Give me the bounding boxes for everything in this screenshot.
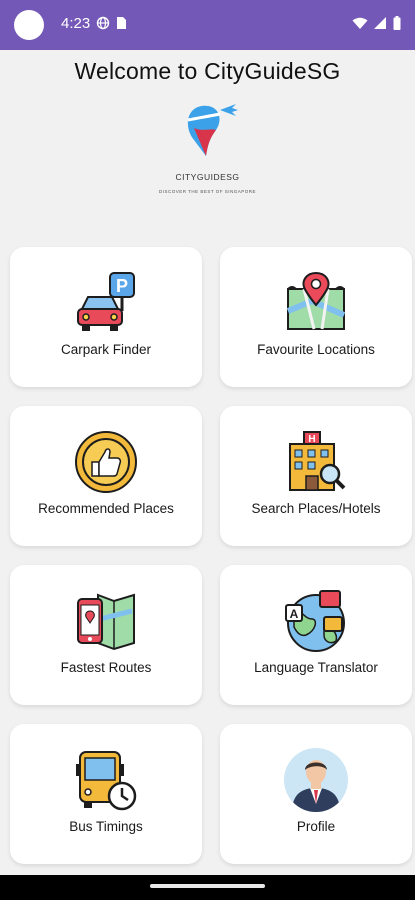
- search-places-hotels-label: Search Places/Hotels: [251, 501, 381, 516]
- home-gesture-handle[interactable]: [150, 884, 265, 888]
- language-translator-label: Language Translator: [254, 660, 378, 675]
- recommended-places-button[interactable]: Recommended Places: [10, 406, 202, 546]
- bus-timings-button[interactable]: Bus Timings: [10, 724, 202, 864]
- favourite-locations-button[interactable]: Favourite Locations: [220, 247, 412, 387]
- fastest-routes-label: Fastest Routes: [60, 660, 152, 675]
- brand-tagline: DISCOVER THE BEST OF SINGAPORE: [158, 189, 257, 194]
- car-parking-icon: P: [77, 272, 135, 331]
- brand-name: CITYGUIDESG: [175, 172, 240, 182]
- fastest-routes-button[interactable]: Fastest Routes: [10, 565, 202, 705]
- page-title: Welcome to CityGuideSG: [74, 58, 341, 84]
- hotel-search-icon: H: [289, 431, 346, 491]
- language-translator-button[interactable]: A Language Translator: [220, 565, 412, 705]
- profile-button[interactable]: Profile: [220, 724, 412, 864]
- status-time: 4:23: [61, 15, 91, 32]
- bus-timings-label: Bus Timings: [69, 819, 143, 834]
- home-screen: Welcome to CityGuideSG CITYGUIDESG DISCO…: [0, 50, 415, 875]
- status-icons-right: [352, 16, 401, 30]
- svg-text:P: P: [116, 276, 128, 296]
- navigation-bar: [0, 875, 415, 900]
- wifi-icon: [352, 17, 368, 29]
- svg-text:A: A: [290, 607, 299, 621]
- camera-cutout: [14, 10, 44, 40]
- search-places-hotels-button[interactable]: H Search Places/Hotels: [220, 406, 412, 546]
- globe-translate-icon: A: [285, 590, 345, 652]
- carpark-finder-label: Carpark Finder: [60, 342, 152, 357]
- map-pin-icon: [286, 271, 346, 330]
- favourite-locations-label: Favourite Locations: [257, 342, 375, 357]
- app-logo-icon: [187, 104, 238, 156]
- user-avatar-icon: [284, 748, 348, 812]
- sim-card-icon: [117, 17, 126, 29]
- thumbs-up-badge-icon: [75, 431, 137, 493]
- battery-icon: [393, 16, 401, 30]
- bus-clock-icon: [76, 751, 137, 811]
- profile-label: Profile: [296, 819, 336, 834]
- carpark-finder-button[interactable]: P Carpark Finder: [10, 247, 202, 387]
- signal-icon: [374, 16, 386, 29]
- phone-map-icon: [77, 593, 135, 651]
- status-icons-left: [96, 16, 127, 30]
- status-bar: 4:23: [0, 0, 415, 50]
- recommended-places-label: Recommended Places: [38, 501, 174, 516]
- vpn-globe-icon: [96, 16, 110, 30]
